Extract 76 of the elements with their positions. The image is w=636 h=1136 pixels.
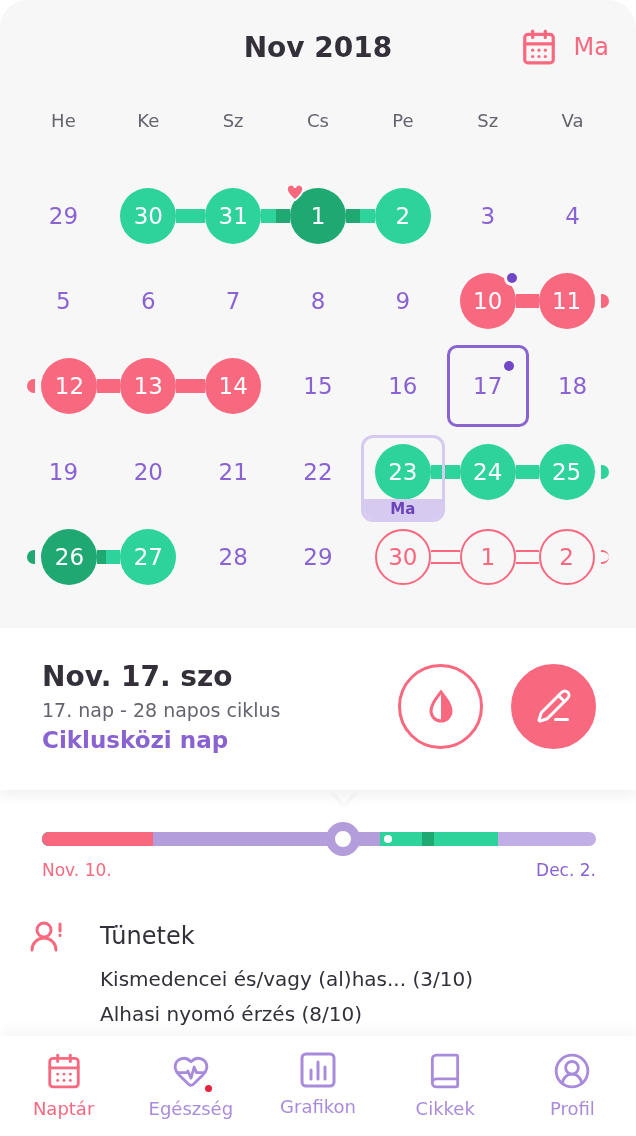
link-band bbox=[346, 208, 361, 223]
link-band bbox=[176, 379, 191, 394]
day-number[interactable]: 21 bbox=[192, 430, 275, 513]
day-bubble[interactable]: 26 bbox=[41, 529, 98, 586]
link-band bbox=[445, 550, 460, 565]
phase-label: Ciklusközi nap bbox=[42, 726, 230, 753]
person-alert-icon bbox=[30, 919, 64, 952]
link-band bbox=[261, 208, 276, 223]
day-number[interactable]: 4 bbox=[531, 174, 614, 257]
end-date: Dec. 2. bbox=[536, 859, 596, 880]
day-number[interactable]: 7 bbox=[192, 260, 275, 343]
link-band bbox=[600, 464, 609, 479]
day-number[interactable]: 29 bbox=[277, 516, 359, 599]
day-bubble[interactable]: 23 bbox=[374, 443, 431, 500]
weekday-label: Sz bbox=[221, 108, 245, 133]
day-number[interactable]: 28 bbox=[192, 516, 275, 599]
day-number[interactable]: 17 bbox=[446, 345, 529, 428]
day-number[interactable]: 6 bbox=[107, 260, 190, 343]
weekday-label: He bbox=[50, 108, 77, 133]
weekday-label: Pe bbox=[391, 108, 415, 133]
day-bubble[interactable]: 14 bbox=[205, 358, 262, 415]
tab-item[interactable]: Naptár bbox=[0, 1036, 128, 1136]
day-number[interactable]: 5 bbox=[22, 260, 105, 343]
day-number[interactable]: 22 bbox=[277, 430, 359, 513]
day-bubble[interactable]: 1 bbox=[459, 529, 516, 586]
tab-item[interactable]: Cikkek bbox=[381, 1036, 509, 1136]
symptom-item: Kismedencei és/vagy (al)has... (3/10) bbox=[100, 966, 474, 991]
day-bubble[interactable]: 2 bbox=[374, 187, 431, 244]
day-number[interactable]: 16 bbox=[361, 345, 444, 428]
link-band bbox=[600, 550, 609, 565]
day-number[interactable]: 20 bbox=[107, 430, 190, 513]
day-bubble[interactable]: 27 bbox=[120, 529, 177, 586]
today-button[interactable]: Ma bbox=[519, 28, 609, 66]
weekday-label: Sz bbox=[476, 108, 500, 133]
day-bubble[interactable]: 30 bbox=[120, 187, 177, 244]
day-bubble[interactable]: 1 bbox=[290, 187, 346, 244]
profile-icon bbox=[553, 1052, 592, 1090]
link-band bbox=[176, 208, 191, 223]
day-bubble[interactable]: 11 bbox=[538, 273, 595, 330]
day-bubble[interactable]: 31 bbox=[205, 187, 262, 244]
link-band bbox=[27, 379, 36, 394]
day-bubble[interactable]: 30 bbox=[374, 529, 431, 586]
day-number[interactable]: 8 bbox=[277, 260, 359, 343]
day-number[interactable]: 29 bbox=[22, 174, 105, 257]
tab-item[interactable]: Egészség bbox=[127, 1036, 255, 1136]
cycle-day-text: 17. nap - 28 napos ciklus bbox=[42, 698, 281, 721]
day-bubble[interactable]: 13 bbox=[120, 358, 177, 415]
marker-dot bbox=[383, 834, 392, 843]
day-number[interactable]: 9 bbox=[361, 260, 444, 343]
day-bubble[interactable]: 25 bbox=[538, 443, 595, 500]
tab-item[interactable]: Profil bbox=[508, 1036, 636, 1136]
weekday-label: Ke bbox=[136, 108, 161, 133]
link-band bbox=[430, 550, 446, 565]
today-label: Ma bbox=[363, 499, 442, 520]
bar-chart-icon bbox=[300, 1052, 336, 1088]
day-bubble[interactable]: 24 bbox=[459, 443, 516, 500]
day-number[interactable]: 15 bbox=[277, 345, 359, 428]
symptom-item: Alhasi nyomó érzés (8/10) bbox=[100, 1001, 363, 1026]
day-bubble[interactable]: 2 bbox=[538, 529, 595, 586]
month-title: Nov 2018 bbox=[243, 30, 393, 64]
weekday-label: Va bbox=[560, 108, 585, 133]
day-number[interactable]: 19 bbox=[22, 430, 105, 513]
day-title: Nov. 17. szo bbox=[42, 659, 234, 693]
link-band bbox=[27, 550, 36, 565]
symptoms-title: Tünetek bbox=[100, 921, 196, 950]
day-bubble[interactable]: 10 bbox=[459, 273, 516, 330]
link-band bbox=[360, 208, 375, 223]
day-bubble[interactable]: 12 bbox=[41, 358, 98, 415]
weekday-label: Cs bbox=[306, 108, 330, 133]
start-date: Nov. 10. bbox=[42, 859, 112, 880]
tab-item[interactable]: Grafikon bbox=[254, 1036, 382, 1136]
link-band bbox=[600, 294, 609, 309]
link-band bbox=[445, 464, 460, 479]
day-number[interactable]: 3 bbox=[446, 174, 529, 257]
pencil-icon bbox=[535, 688, 572, 725]
day-number[interactable]: 18 bbox=[531, 345, 614, 428]
